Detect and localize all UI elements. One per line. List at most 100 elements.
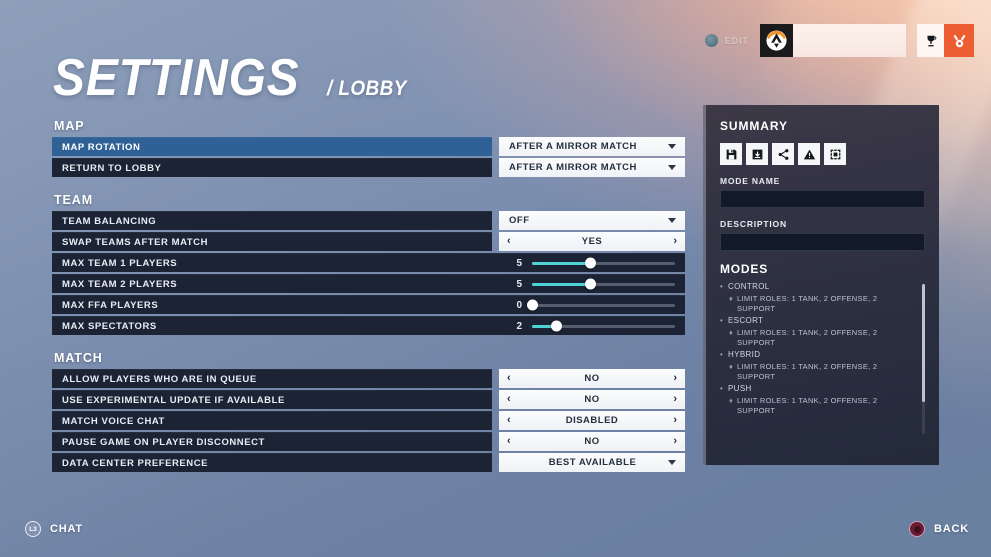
settings-row[interactable]: SWAP TEAMS AFTER MATCH ‹ YES › (52, 232, 685, 251)
slider-control[interactable]: 5 (492, 253, 685, 272)
circle-button-inner (913, 525, 921, 533)
chevron-down-icon (668, 165, 676, 170)
slider-track[interactable] (532, 257, 675, 269)
medal-icon[interactable] (944, 24, 974, 57)
slider-value: 2 (516, 320, 522, 332)
section-header: TEAM (54, 193, 94, 207)
settings-row[interactable]: USE EXPERIMENTAL UPDATE IF AVAILABLE ‹ NO › (52, 390, 685, 409)
slider-knob[interactable] (585, 278, 597, 290)
arrow-selector-control[interactable]: ‹ NO › (499, 390, 685, 409)
sub-bullet-icon: ♦ (729, 361, 734, 371)
arrow-selector-control[interactable]: ‹ NO › (499, 432, 685, 451)
slider-fill (532, 282, 591, 286)
page-title: SETTINGS / LOBBY (53, 48, 416, 108)
bullet-icon: • (720, 350, 724, 360)
slider-knob[interactable] (526, 299, 538, 311)
arrow-selector-control[interactable]: ‹ DISABLED › (499, 411, 685, 430)
selector-value: NO (584, 373, 600, 384)
settings-row-label: DATA CENTER PREFERENCE (52, 453, 492, 472)
dropdown-value: OFF (509, 215, 530, 226)
player-name-bar[interactable] (793, 24, 906, 57)
settings-row[interactable]: PAUSE GAME ON PLAYER DISCONNECT ‹ NO › (52, 432, 685, 451)
settings-row[interactable]: MAX SPECTATORS 2 (52, 316, 685, 335)
modes-scrollbar[interactable] (922, 284, 925, 434)
dropdown-value: AFTER A MIRROR MATCH (509, 162, 637, 173)
settings-row[interactable]: RETURN TO LOBBY AFTER A MIRROR MATCH (52, 158, 685, 177)
chevron-right-icon[interactable]: › (673, 415, 677, 426)
settings-row[interactable]: MATCH VOICE CHAT ‹ DISABLED › (52, 411, 685, 430)
settings-row[interactable]: MAP ROTATION AFTER A MIRROR MATCH (52, 137, 685, 156)
save-icon[interactable] (720, 143, 742, 165)
slider-control[interactable]: 2 (492, 316, 685, 335)
mode-name-label: MODE NAME (720, 176, 781, 186)
slider-value: 5 (516, 257, 522, 269)
mode-name: PUSH (728, 384, 752, 394)
import-icon[interactable] (746, 143, 768, 165)
mode-detail-text: LIMIT ROLES: 1 TANK, 2 OFFENSE, 2 SUPPOR… (737, 395, 878, 416)
mode-name: ESCORT (728, 316, 764, 326)
chat-button[interactable]: L3 CHAT (25, 521, 83, 537)
page-title-main: SETTINGS (53, 49, 300, 107)
settings-row[interactable]: ALLOW PLAYERS WHO ARE IN QUEUE ‹ NO › (52, 369, 685, 388)
slider-control[interactable]: 0 (492, 295, 685, 314)
chevron-right-icon[interactable]: › (673, 436, 677, 447)
selector-value: DISABLED (565, 415, 619, 426)
slider-track[interactable] (532, 278, 675, 290)
description-field[interactable] (720, 233, 925, 251)
description-label: DESCRIPTION (720, 219, 787, 229)
warning-icon[interactable] (798, 143, 820, 165)
chevron-right-icon[interactable]: › (673, 394, 677, 405)
mode-detail: ♦ LIMIT ROLES: 1 TANK, 2 OFFENSE, 2 SUPPO… (720, 294, 915, 314)
chevron-right-icon[interactable]: › (673, 373, 677, 384)
slider-fill (532, 261, 591, 265)
mode-item: • HYBRID (720, 350, 915, 361)
copy-code-icon[interactable] (824, 143, 846, 165)
header-bar: EDIT (704, 24, 974, 57)
modes-scrollbar-thumb[interactable] (922, 284, 925, 402)
settings-row-label: RETURN TO LOBBY (52, 158, 492, 177)
settings-row-label: PAUSE GAME ON PLAYER DISCONNECT (52, 432, 492, 451)
mode-detail-text: LIMIT ROLES: 1 TANK, 2 OFFENSE, 2 SUPPOR… (737, 293, 878, 313)
slider-knob[interactable] (585, 257, 597, 269)
dropdown-control[interactable]: AFTER A MIRROR MATCH (499, 137, 685, 156)
slider-knob[interactable] (550, 320, 562, 332)
slider-value: 0 (516, 299, 522, 311)
settings-row[interactable]: MAX FFA PLAYERS 0 (52, 295, 685, 314)
mode-detail-text: LIMIT ROLES: 1 TANK, 2 OFFENSE, 2 SUPPOR… (737, 361, 878, 382)
arrow-selector-control[interactable]: ‹ NO › (499, 369, 685, 388)
arrow-selector-control[interactable]: ‹ YES › (499, 232, 685, 251)
summary-action-bar (720, 143, 925, 165)
settings-row[interactable]: MAX TEAM 2 PLAYERS 5 (52, 274, 685, 293)
section-header: MAP (54, 119, 85, 133)
settings-row-label: TEAM BALANCING (52, 211, 492, 230)
slider-track[interactable] (532, 320, 675, 332)
settings-row-label: MAP ROTATION (52, 137, 492, 156)
mode-item: • PUSH (720, 384, 915, 395)
settings-row[interactable]: DATA CENTER PREFERENCE BEST AVAILABLE (52, 453, 685, 472)
slider-track[interactable] (526, 299, 675, 311)
mode-name-field[interactable] (720, 190, 925, 208)
back-button[interactable]: BACK (909, 521, 969, 537)
bullet-icon: • (720, 384, 724, 394)
dropdown-control[interactable]: BEST AVAILABLE (499, 453, 685, 472)
mode-detail: ♦ LIMIT ROLES: 1 TANK, 2 OFFENSE, 2 SUPPO… (720, 396, 915, 416)
page-title-sub: / LOBBY (327, 77, 407, 100)
mode-name: HYBRID (728, 350, 761, 360)
summary-panel: SUMMARY MODE NAME DESCRIPTION MODES • CO… (703, 105, 939, 465)
edit-label: EDIT (724, 35, 749, 46)
settings-row[interactable]: TEAM BALANCING OFF (52, 211, 685, 230)
dropdown-control[interactable]: OFF (499, 211, 685, 230)
circle-dot-icon (704, 34, 718, 47)
trophy-icon[interactable] (917, 24, 944, 57)
slider-control[interactable]: 5 (492, 274, 685, 293)
chevron-right-icon[interactable]: › (673, 236, 677, 247)
settings-row[interactable]: MAX TEAM 1 PLAYERS 5 (52, 253, 685, 272)
mode-item: • ESCORT (720, 316, 915, 327)
mode-item: • CONTROL (720, 282, 915, 293)
mode-detail-text: LIMIT ROLES: 1 TANK, 2 OFFENSE, 2 SUPPOR… (737, 327, 878, 347)
sub-bullet-icon: ♦ (729, 327, 734, 337)
settings-row-label: ALLOW PLAYERS WHO ARE IN QUEUE (52, 369, 492, 388)
dropdown-control[interactable]: AFTER A MIRROR MATCH (499, 158, 685, 177)
selector-value: YES (581, 236, 603, 247)
share-icon[interactable] (772, 143, 794, 165)
